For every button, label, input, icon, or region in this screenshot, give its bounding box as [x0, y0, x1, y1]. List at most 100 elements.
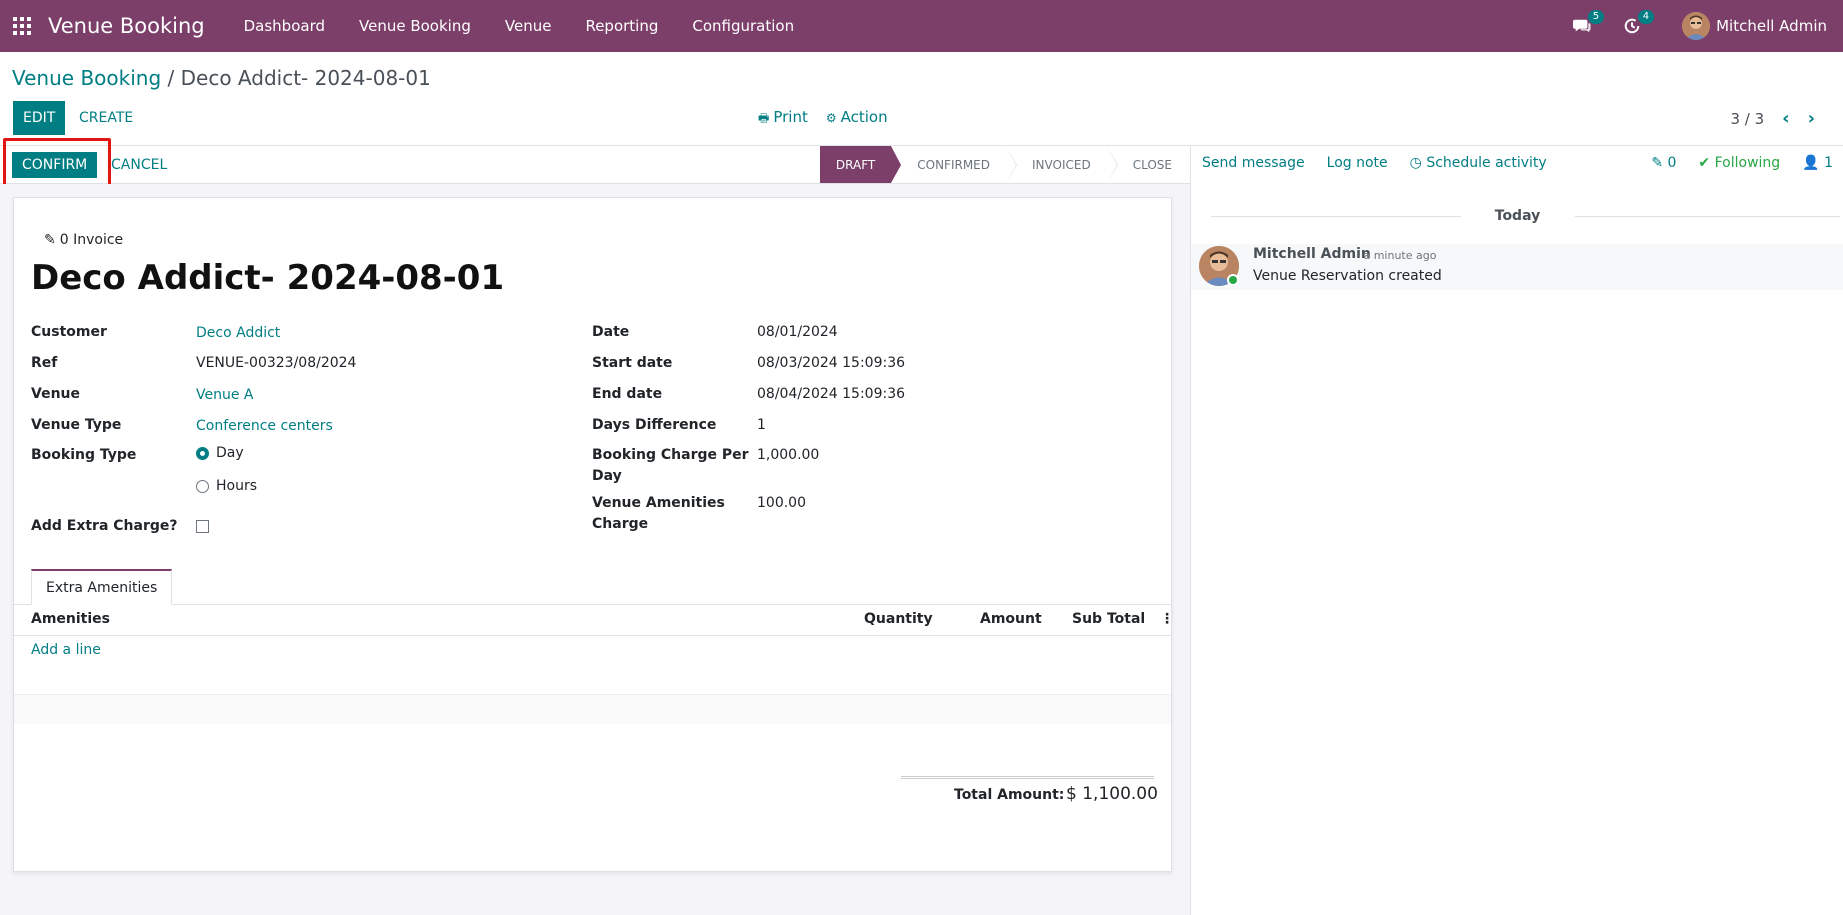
- apps-menu-icon[interactable]: [0, 0, 44, 52]
- breadcrumb: Venue Booking / Deco Addict- 2024-08-01: [12, 66, 431, 90]
- stage-pipeline: DRAFT CONFIRMED INVOICED CLOSE: [819, 146, 1190, 184]
- end-date-field[interactable]: 08/04/2024 15:09:36: [757, 384, 905, 405]
- total-amount-value: $ 1,100.00: [1066, 784, 1158, 804]
- stage-invoiced[interactable]: INVOICED: [1006, 146, 1118, 183]
- log-note-button[interactable]: Log note: [1327, 155, 1388, 171]
- pager-previous-icon[interactable]: ‹: [1782, 108, 1789, 129]
- venue-label: Venue: [31, 386, 80, 402]
- column-options-icon[interactable]: ⋮: [1160, 611, 1174, 627]
- print-label: Print: [773, 108, 808, 126]
- activity-button[interactable]: 4: [1618, 10, 1655, 40]
- control-panel: Venue Booking / Deco Addict- 2024-08-01 …: [0, 52, 1843, 146]
- message-author[interactable]: Mitchell Admin: [1253, 246, 1371, 262]
- menu-dashboard[interactable]: Dashboard: [227, 0, 342, 52]
- amenities-charge-label-line1: Venue Amenities: [592, 495, 725, 511]
- chatter-message: Mitchell Admin - a minute ago Venue Rese…: [1191, 244, 1843, 290]
- form-sheet: ✎ 0 Invoice Deco Addict- 2024-08-01 Cust…: [13, 197, 1174, 872]
- pager-next-icon[interactable]: ›: [1808, 108, 1815, 129]
- tab-extra-amenities[interactable]: Extra Amenities: [31, 569, 173, 605]
- amenities-charge-field[interactable]: 100.00: [757, 493, 806, 514]
- booking-charge-label-line2: Day: [592, 468, 622, 484]
- venue-field[interactable]: Venue A: [196, 385, 254, 406]
- activities-badge: 4: [1637, 10, 1655, 24]
- action-menu[interactable]: ⚙ Action: [826, 108, 888, 130]
- table-row: [14, 724, 1171, 753]
- action-label: Action: [840, 108, 888, 126]
- messaging-button[interactable]: 5: [1568, 10, 1605, 40]
- days-difference-field[interactable]: 1: [757, 415, 766, 436]
- stage-confirmed[interactable]: CONFIRMED: [891, 146, 1018, 183]
- clock-icon: ◷: [1409, 155, 1422, 171]
- booking-charge-field[interactable]: 1,000.00: [757, 445, 819, 466]
- following-label: Following: [1714, 155, 1781, 171]
- date-label: Date: [592, 324, 630, 340]
- attachments-button[interactable]: ✎ 0: [1651, 155, 1676, 171]
- send-message-button[interactable]: Send message: [1202, 155, 1305, 171]
- attachments-count: 0: [1667, 155, 1677, 171]
- total-amount-label: Total Amount:: [954, 787, 1065, 803]
- booking-charge-label: Booking Charge Per Day: [592, 445, 749, 487]
- stage-close[interactable]: CLOSE: [1106, 146, 1190, 183]
- stage-label: INVOICED: [1032, 157, 1091, 172]
- breadcrumb-current: Deco Addict- 2024-08-01: [180, 66, 431, 90]
- user-icon: 👤: [1802, 155, 1820, 171]
- form-statusbar: CONFIRM CANCEL DRAFT CONFIRMED INVOICED …: [0, 146, 1190, 184]
- followers-count: 1: [1824, 155, 1833, 171]
- user-avatar[interactable]: [1682, 12, 1711, 40]
- today-divider-right: [1575, 216, 1840, 217]
- followers-button[interactable]: 👤 1: [1802, 155, 1833, 171]
- schedule-activity-label: Schedule activity: [1426, 155, 1547, 171]
- ref-field[interactable]: VENUE-00323/08/2024: [196, 353, 356, 374]
- date-field[interactable]: 08/01/2024: [757, 322, 838, 343]
- user-name[interactable]: Mitchell Admin: [1716, 17, 1827, 35]
- menu-venue[interactable]: Venue: [488, 0, 569, 52]
- confirm-button[interactable]: CONFIRM: [12, 152, 98, 178]
- print-menu[interactable]: 🖶 Print: [758, 108, 808, 130]
- invoice-smart-button[interactable]: ✎ 0 Invoice: [44, 232, 123, 248]
- pager: 3 / 3 ‹ ›: [1730, 108, 1815, 129]
- radio-label: Hours: [216, 478, 258, 494]
- pager-value[interactable]: 3 / 3: [1730, 110, 1764, 128]
- gear-icon: ⚙: [825, 111, 837, 125]
- booking-type-hours-radio[interactable]: Hours: [196, 478, 257, 494]
- menu-configuration[interactable]: Configuration: [675, 0, 811, 52]
- breadcrumb-parent-link[interactable]: Venue Booking: [12, 66, 161, 90]
- chatter-meta: ✎ 0 ✔ Following 👤 1: [1651, 155, 1833, 171]
- end-date-label: End date: [592, 386, 663, 402]
- chatter-actions: Send message Log note ◷ Schedule activit…: [1202, 155, 1547, 171]
- menu-reporting[interactable]: Reporting: [568, 0, 675, 52]
- amenities-charge-label-line2: Charge: [592, 516, 649, 532]
- table-row: [14, 666, 1171, 695]
- stage-label: DRAFT: [835, 157, 876, 172]
- check-icon: ✔: [1698, 155, 1711, 171]
- print-icon: 🖶: [758, 111, 770, 125]
- booking-charge-label-line1: Booking Charge Per: [592, 447, 749, 463]
- total-divider: [901, 776, 1154, 779]
- add-line-link[interactable]: Add a line: [31, 642, 101, 658]
- start-date-label: Start date: [592, 355, 673, 371]
- radio-unchecked-icon: [196, 479, 209, 493]
- venue-type-field[interactable]: Conference centers: [196, 416, 333, 437]
- schedule-activity-button[interactable]: ◷ Schedule activity: [1410, 155, 1547, 171]
- column-header-subtotal[interactable]: Sub Total: [1072, 611, 1145, 627]
- column-header-amount[interactable]: Amount: [980, 611, 1042, 627]
- column-header-amenities[interactable]: Amenities: [31, 611, 110, 627]
- edit-button[interactable]: EDIT: [13, 101, 66, 135]
- cancel-button[interactable]: CANCEL: [101, 152, 177, 178]
- extra-charge-checkbox[interactable]: [196, 520, 209, 533]
- stage-draft[interactable]: DRAFT: [819, 146, 902, 183]
- menu-venue-booking[interactable]: Venue Booking: [342, 0, 488, 52]
- table-header-divider: [14, 635, 1171, 636]
- column-header-quantity[interactable]: Quantity: [864, 611, 933, 627]
- start-date-field[interactable]: 08/03/2024 15:09:36: [757, 353, 905, 374]
- action-menus: 🖶 Print ⚙ Action: [758, 108, 888, 130]
- app-title[interactable]: Venue Booking: [48, 14, 205, 38]
- days-difference-label: Days Difference: [592, 417, 717, 433]
- stage-label: CONFIRMED: [917, 157, 991, 172]
- tab-divider: [14, 604, 1171, 605]
- booking-type-day-radio[interactable]: Day: [196, 445, 244, 461]
- radio-checked-icon: [196, 446, 209, 460]
- following-button[interactable]: ✔ Following: [1698, 155, 1780, 171]
- customer-field[interactable]: Deco Addict: [196, 323, 280, 344]
- create-button[interactable]: CREATE: [70, 101, 142, 135]
